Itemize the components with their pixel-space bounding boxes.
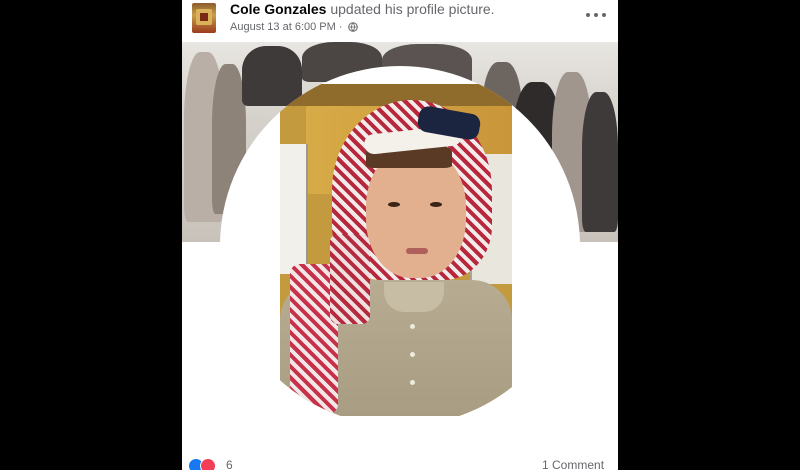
reaction-count[interactable]: 6 [226,458,233,470]
post-title: Cole Gonzales updated his profile pictur… [230,1,495,17]
post-footer: 6 1 Comment [182,452,618,470]
feed-post: Cole Gonzales updated his profile pictur… [182,0,618,470]
globe-icon [347,22,358,32]
profile-picture [280,84,512,416]
love-icon[interactable] [200,458,216,470]
author-avatar[interactable] [192,3,216,33]
author-name-link[interactable]: Cole Gonzales [230,1,326,17]
comment-count-link[interactable]: 1 Comment [542,458,604,470]
post-timestamp[interactable]: August 13 at 6:00 PM [230,21,336,33]
profile-picture-frame[interactable] [220,66,580,426]
more-options-icon[interactable] [584,8,608,22]
post-meta: August 13 at 6:00 PM · [230,21,358,33]
post-header: Cole Gonzales updated his profile pictur… [182,0,618,42]
meta-separator: · [338,21,343,33]
post-action-text: updated his profile picture. [330,1,495,17]
